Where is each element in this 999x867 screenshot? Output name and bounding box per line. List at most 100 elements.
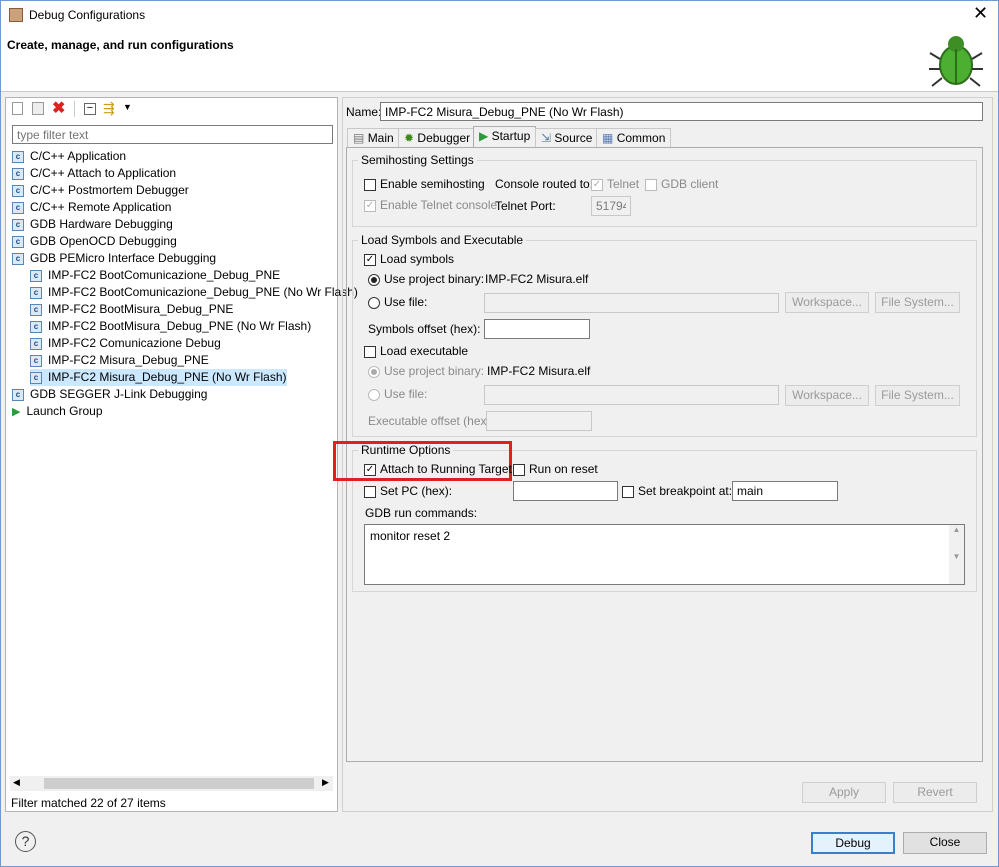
- tree-item-label: GDB Hardware Debugging: [30, 217, 173, 231]
- dialog-header: Create, manage, and run configurations: [1, 29, 998, 92]
- duplicate-icon[interactable]: [32, 102, 44, 115]
- run-on-reset-checkbox[interactable]: Run on reset: [513, 460, 598, 478]
- tree-item[interactable]: c IMP-FC2 Misura_Debug_PNE: [30, 352, 209, 369]
- breakpoint-input[interactable]: [732, 481, 838, 501]
- tree-item[interactable]: c GDB Hardware Debugging: [12, 216, 173, 233]
- scroll-left-icon[interactable]: ◀: [13, 777, 20, 788]
- filter-input[interactable]: [12, 125, 333, 144]
- c-icon: c: [12, 388, 24, 401]
- common-tab-icon: ▦: [602, 131, 614, 145]
- set-pc-input[interactable]: [513, 481, 618, 501]
- tree-item[interactable]: c C/C++ Postmortem Debugger: [12, 182, 189, 199]
- symbols-offset-input[interactable]: [484, 319, 590, 339]
- tree-item[interactable]: c IMP-FC2 BootMisura_Debug_PNE: [30, 301, 233, 318]
- tree-item[interactable]: c IMP-FC2 BootComunicazione_Debug_PNE: [30, 267, 280, 284]
- tab-common[interactable]: ▦ Common: [596, 128, 672, 148]
- horizontal-scrollbar[interactable]: ◀ ▶: [10, 776, 333, 791]
- tree-item-label: IMP-FC2 BootMisura_Debug_PNE: [48, 302, 234, 316]
- enable-telnet-console-checkbox: ✓ Enable Telnet console: [364, 198, 498, 212]
- c-icon: c: [12, 167, 24, 180]
- set-breakpoint-checkbox[interactable]: Set breakpoint at:: [622, 482, 732, 500]
- apply-button[interactable]: Apply: [802, 782, 886, 803]
- load-executable-checkbox[interactable]: Load executable: [364, 342, 468, 360]
- semihosting-title: Semihosting Settings: [358, 153, 477, 167]
- c-icon: c: [30, 354, 42, 367]
- tree-item[interactable]: c GDB OpenOCD Debugging: [12, 233, 177, 250]
- tab-source[interactable]: ⇲ Source: [535, 128, 599, 148]
- collapse-all-icon[interactable]: −: [84, 103, 96, 115]
- revert-button[interactable]: Revert: [893, 782, 977, 803]
- tab-startup[interactable]: ▶ Startup: [473, 126, 537, 148]
- filter-menu-chevron-icon[interactable]: ▼: [123, 102, 132, 112]
- tree-item-label: IMP-FC2 BootComunicazione_Debug_PNE: [48, 268, 281, 282]
- load-symbols-title: Load Symbols and Executable: [358, 233, 527, 247]
- tree-item[interactable]: c C/C++ Remote Application: [12, 199, 171, 216]
- c-icon: c: [30, 371, 42, 384]
- close-button[interactable]: Close: [903, 832, 987, 854]
- exe-file-input: [484, 385, 779, 405]
- tree-item-label: GDB OpenOCD Debugging: [30, 234, 177, 248]
- telnet-checkbox: ✓ Telnet: [591, 177, 640, 191]
- tree-item[interactable]: c IMP-FC2 Comunicazione Debug: [30, 335, 221, 352]
- window-title: Debug Configurations: [29, 8, 146, 22]
- toolbar-separator: [74, 101, 75, 117]
- title-bar: Debug Configurations ✕: [1, 1, 998, 29]
- tree-item[interactable]: c C/C++ Attach to Application: [12, 165, 176, 182]
- exe-binary-value: IMP-FC2 Misura.elf: [487, 364, 591, 378]
- c-icon: c: [12, 252, 24, 265]
- c-icon: c: [30, 320, 42, 333]
- tree-item-label: C/C++ Application: [30, 149, 127, 163]
- tree-item[interactable]: c IMP-FC2 BootMisura_Debug_PNE (No Wr Fla…: [30, 318, 311, 335]
- tree-item[interactable]: c GDB PEMicro Interface Debugging: [12, 250, 216, 267]
- tab-debugger[interactable]: ✹ Debugger: [398, 128, 477, 148]
- configuration-tree-panel: ✖ − ⇶ ▼ c C/C++ Application c C/C++ Attach …: [5, 97, 358, 812]
- symbols-file-input: [484, 293, 779, 313]
- tree-item[interactable]: c IMP-FC2 Misura_Debug_PNE (No Wr Flash): [30, 369, 287, 386]
- close-window-icon[interactable]: ✕: [973, 3, 988, 24]
- new-configuration-icon[interactable]: [12, 102, 23, 115]
- scroll-right-icon[interactable]: ▶: [322, 777, 329, 788]
- delete-icon[interactable]: ✖: [52, 98, 65, 118]
- enable-semihosting-checkbox[interactable]: Enable semihosting: [364, 175, 485, 193]
- attach-running-target-checkbox[interactable]: ✓ Attach to Running Target: [364, 460, 512, 478]
- help-icon[interactable]: ?: [15, 831, 36, 852]
- c-icon: c: [30, 286, 42, 299]
- symbols-file-system-button: File System...: [875, 292, 960, 313]
- tree-item-label: C/C++ Attach to Application: [30, 166, 177, 180]
- app-icon: [9, 8, 23, 22]
- tree-item[interactable]: c GDB SEGGER J-Link Debugging: [12, 386, 207, 403]
- tree-item-label: IMP-FC2 Comunicazione Debug: [48, 336, 221, 350]
- load-symbols-checkbox[interactable]: ✓ Load symbols: [364, 250, 454, 268]
- console-routed-label: Console routed to:: [495, 177, 594, 191]
- debug-button[interactable]: Debug: [811, 832, 895, 854]
- scrollbar-thumb[interactable]: [44, 778, 314, 789]
- use-project-binary-radio[interactable]: Use project binary:: [368, 270, 484, 288]
- semihosting-group: [352, 160, 977, 227]
- tree-item-label: GDB SEGGER J-Link Debugging: [30, 387, 208, 401]
- exe-offset-label: Executable offset (hex):: [368, 414, 494, 428]
- startup-tab-icon: ▶: [479, 129, 489, 143]
- tree-item-label: IMP-FC2 Misura_Debug_PNE (No Wr Flash): [48, 370, 287, 384]
- tree-toolbar: ✖ − ⇶ ▼: [10, 100, 210, 118]
- filter-icon[interactable]: ⇶: [103, 100, 115, 117]
- tree-item[interactable]: c IMP-FC2 BootComunicazione_Debug_PNE (No…: [30, 284, 358, 301]
- use-file-radio[interactable]: Use file:: [368, 293, 427, 311]
- gdb-run-commands-textarea[interactable]: monitor reset 2 ▲ ▼: [364, 524, 965, 585]
- c-icon: c: [12, 150, 24, 163]
- telnet-port-input: [591, 196, 631, 216]
- name-label: Name:: [346, 105, 382, 119]
- tab-main[interactable]: ▤ Main: [347, 128, 400, 148]
- gdb-run-commands-label: GDB run commands:: [365, 506, 478, 520]
- c-icon: c: [12, 235, 24, 248]
- tree-item-label: IMP-FC2 BootMisura_Debug_PNE (No Wr Flas…: [48, 319, 312, 333]
- gdb-client-checkbox: GDB client: [645, 175, 718, 193]
- tree-item[interactable]: ▶ Launch Group: [12, 403, 103, 420]
- name-input[interactable]: [380, 102, 983, 121]
- tree-item-label: IMP-FC2 Misura_Debug_PNE: [48, 353, 209, 367]
- project-binary-value: IMP-FC2 Misura.elf: [485, 272, 589, 286]
- set-pc-checkbox[interactable]: Set PC (hex):: [364, 482, 452, 500]
- c-icon: c: [12, 218, 24, 231]
- textarea-scrollbar[interactable]: ▲ ▼: [949, 525, 964, 584]
- tree-item-label: Launch Group: [26, 404, 103, 418]
- tree-item[interactable]: c C/C++ Application: [12, 148, 126, 165]
